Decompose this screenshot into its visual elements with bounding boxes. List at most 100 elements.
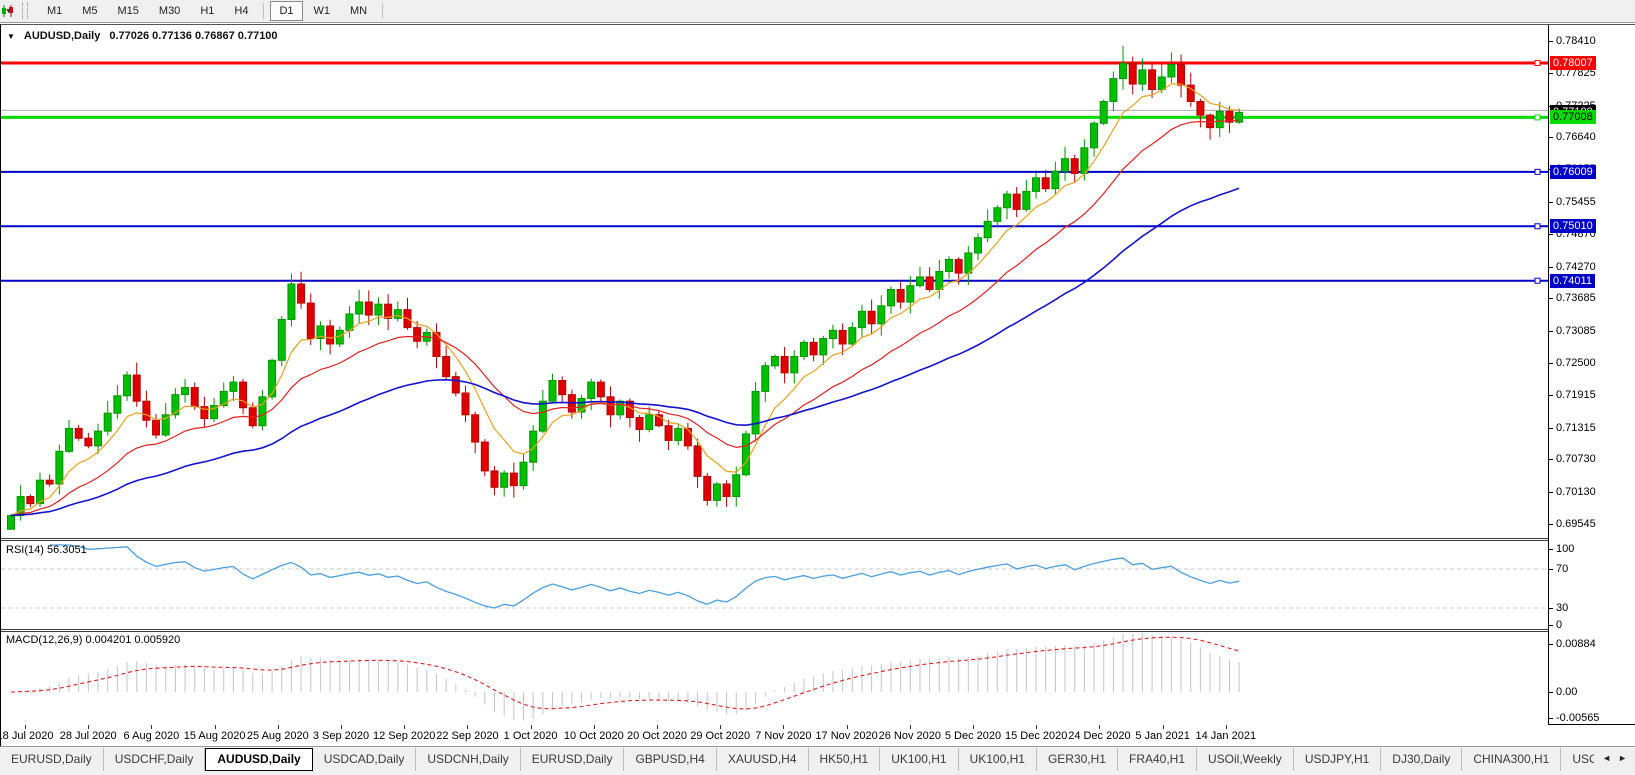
axis-tick xyxy=(1549,524,1553,525)
price-tick-label: 0.74270 xyxy=(1556,260,1596,274)
macd-panel-canvas[interactable] xyxy=(1,631,1548,724)
chart-tab-xauusd-h4[interactable]: XAUUSD,H4 xyxy=(717,748,809,771)
date-tick xyxy=(1163,725,1164,729)
date-tick xyxy=(341,725,342,729)
price-chart-canvas[interactable] xyxy=(1,25,1548,538)
date-tick xyxy=(215,725,216,729)
line-handle xyxy=(1535,60,1540,65)
rsi-tick-label: 0 xyxy=(1556,618,1562,632)
price-tick-label: 0.70130 xyxy=(1556,485,1596,499)
chart-tab-hk50-h1[interactable]: HK50,H1 xyxy=(809,748,881,771)
price-tick-label: 0.69545 xyxy=(1556,517,1596,531)
price-tick-label: 0.71315 xyxy=(1556,421,1596,435)
macd-axis-tick xyxy=(1549,692,1553,693)
toolbar-grip[interactable] xyxy=(22,3,28,19)
date-tick xyxy=(1099,725,1100,729)
date-label: 25 Aug 2020 xyxy=(247,730,309,742)
date-tick xyxy=(531,725,532,729)
date-tick xyxy=(404,725,405,729)
panel-splitter[interactable] xyxy=(1,629,1635,630)
date-tick xyxy=(973,725,974,729)
chart-tab-eurusd-daily[interactable]: EURUSD,Daily xyxy=(521,748,625,771)
timeframe-button-m15[interactable]: M15 xyxy=(109,1,148,21)
chart-tab-eurusd-daily[interactable]: EURUSD,Daily xyxy=(0,748,104,771)
chart-tab-usdcad-daily[interactable]: USDCAD,Daily xyxy=(313,748,417,771)
date-tick xyxy=(847,725,848,729)
timeframe-button-m30[interactable]: M30 xyxy=(150,1,189,21)
chart-tab-gbpusd-h4[interactable]: GBPUSD,H4 xyxy=(624,748,716,771)
chart-tabs: EURUSD,DailyUSDCHF,DailyAUDUSD,DailyUSDC… xyxy=(0,748,1594,771)
price-tick-label: 0.71915 xyxy=(1556,388,1596,402)
timeframe-button-d1[interactable]: D1 xyxy=(270,1,302,21)
axis-tick xyxy=(1549,298,1553,299)
line-handle xyxy=(1535,115,1540,120)
date-tick xyxy=(657,725,658,729)
date-tick xyxy=(278,725,279,729)
rsi-tick-label: 70 xyxy=(1556,562,1568,576)
date-label: 1 Oct 2020 xyxy=(504,730,558,742)
axis-tick xyxy=(1549,459,1553,460)
scroll-right-icon[interactable]: ► xyxy=(1618,753,1627,763)
price-tick-label: 0.73085 xyxy=(1556,324,1596,338)
timeframe-button-w1[interactable]: W1 xyxy=(305,1,340,21)
macd-axis-tick xyxy=(1549,718,1553,719)
timeframe-button-h1[interactable]: H1 xyxy=(191,1,223,21)
date-axis[interactable]: 18 Jul 2020 28 Jul 2020 6 Aug 2020 15 Aug 2… xyxy=(1,724,1548,747)
macd-histogram xyxy=(11,633,1239,721)
date-tick xyxy=(151,725,152,729)
axis-tick xyxy=(1549,73,1553,74)
toolbar-separator xyxy=(382,3,383,19)
timeframe-button-mn[interactable]: MN xyxy=(341,1,376,21)
tab-scroll-controls: ◄ ► xyxy=(1594,747,1635,769)
scroll-left-icon[interactable]: ◄ xyxy=(1602,753,1611,763)
chart-tab-dj30-daily[interactable]: DJ30,Daily xyxy=(1381,748,1462,771)
date-tick xyxy=(1036,725,1037,729)
date-tick xyxy=(467,725,468,729)
date-tick xyxy=(783,725,784,729)
axis-tick xyxy=(1549,202,1553,203)
timeframe-button-m1[interactable]: M1 xyxy=(38,1,71,21)
chart-tabs-bar: EURUSD,DailyUSDCHF,DailyAUDUSD,DailyUSDC… xyxy=(0,746,1635,775)
chart-tab-usdcnh-daily[interactable]: USDCNH,Daily xyxy=(416,748,520,771)
date-tick xyxy=(594,725,595,729)
ohlc-values: 0.77026 0.77136 0.76867 0.77100 xyxy=(109,30,277,42)
axis-tick xyxy=(1549,137,1553,138)
macd-tick-label: -0.00565 xyxy=(1556,711,1599,725)
date-label: 6 Aug 2020 xyxy=(124,730,180,742)
panel-splitter[interactable] xyxy=(1,538,1635,539)
chart-tab-usoil-weekly[interactable]: USOil,Weekly xyxy=(1197,748,1294,771)
chart-tab-ger30-h1[interactable]: GER30,H1 xyxy=(1037,748,1118,771)
date-tick xyxy=(25,725,26,729)
chart-tab-usoil-[interactable]: USOil, xyxy=(1561,748,1594,771)
price-axis[interactable]: 0.784100.778250.772250.766400.760550.754… xyxy=(1548,25,1635,724)
chart-title-row: ▼ AUDUSD,Daily 0.77026 0.77136 0.76867 0… xyxy=(7,30,278,42)
date-label: 17 Nov 2020 xyxy=(815,730,877,742)
chart-tab-usdjpy-h1[interactable]: USDJPY,H1 xyxy=(1294,748,1381,771)
price-tick-label: 0.70730 xyxy=(1556,452,1596,466)
macd-axis-tick xyxy=(1549,644,1553,645)
date-label: 18 Jul 2020 xyxy=(0,730,53,742)
chart-tab-china300-h1[interactable]: CHINA300,H1 xyxy=(1462,748,1561,771)
chart-tab-uk100-h1[interactable]: UK100,H1 xyxy=(880,748,958,771)
date-label: 15 Aug 2020 xyxy=(184,730,246,742)
timeframe-button-h4[interactable]: H4 xyxy=(225,1,257,21)
chart-tab-uk100-h1[interactable]: UK100,H1 xyxy=(959,748,1037,771)
timeframe-button-m5[interactable]: M5 xyxy=(73,1,106,21)
chart-tab-audusd-daily[interactable]: AUDUSD,Daily xyxy=(205,748,312,771)
chart-tab-usdchf-daily[interactable]: USDCHF,Daily xyxy=(104,748,206,771)
rsi-axis-tick xyxy=(1549,608,1553,609)
date-label: 28 Jul 2020 xyxy=(60,730,117,742)
rsi-axis-tick xyxy=(1549,549,1553,550)
collapse-chart-icon[interactable]: ▼ xyxy=(7,32,15,41)
price-tick-label: 0.73685 xyxy=(1556,291,1596,305)
date-label: 24 Dec 2020 xyxy=(1068,730,1130,742)
timeframe-buttons: M1M5M15M30H1H4 D1W1MN xyxy=(37,0,388,22)
date-label: 22 Sep 2020 xyxy=(436,730,498,742)
chart-tab-fra40-h1[interactable]: FRA40,H1 xyxy=(1118,748,1197,771)
axis-tick xyxy=(1549,492,1553,493)
chart-type-button[interactable]: ▼ xyxy=(0,0,17,22)
toolbar: ▼ M1M5M15M30H1H4 D1W1MN xyxy=(0,0,1635,23)
axis-tick xyxy=(1549,267,1553,268)
rsi-panel-canvas[interactable] xyxy=(1,541,1548,629)
axis-tick xyxy=(1549,41,1553,42)
